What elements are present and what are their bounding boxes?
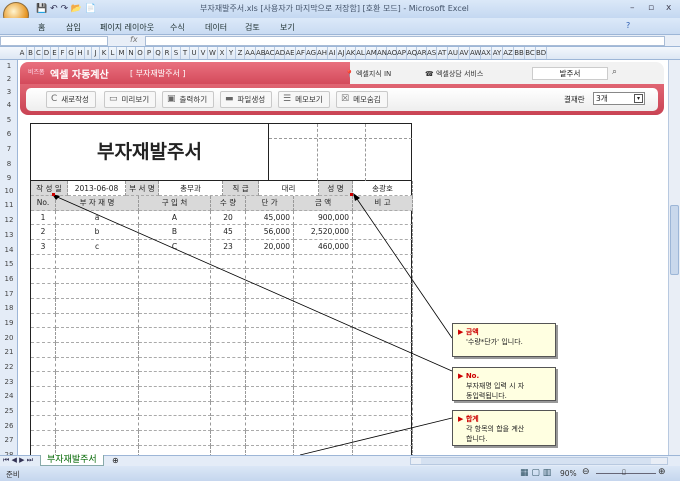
zoom-out-icon[interactable]: ⊖ xyxy=(582,467,590,477)
comment-no: ▶ No. 부자재명 입력 시 자동입력됩니다. xyxy=(452,367,556,401)
sheet-nav-buttons[interactable]: ⏮ ◀ ▶ ⏭ xyxy=(3,456,33,465)
sheet-tab-active[interactable]: 부자재발주서 xyxy=(40,455,104,466)
scroll-thumb[interactable] xyxy=(670,205,679,275)
horizontal-scrollbar[interactable] xyxy=(410,457,668,465)
scroll-thumb[interactable] xyxy=(421,458,651,464)
comment-text: 각 항목의 합을 계산합니다. xyxy=(466,425,525,443)
comment-title: ▶ 금액 xyxy=(458,328,479,336)
zoom-in-icon[interactable]: ⊕ xyxy=(658,467,666,477)
comment-title-text: 합계 xyxy=(465,415,479,423)
arrow-total xyxy=(299,417,453,456)
status-bar: 준비 ▦ ▢ ▥ 90% ⊖ ▯ ⊕ xyxy=(0,466,680,481)
insert-sheet-icon[interactable]: ⊕ xyxy=(112,456,119,465)
comment-total: ▶ 합계각 항목의 합을 계산합니다. xyxy=(452,410,556,446)
comment-title-text: 금액 xyxy=(465,328,479,336)
comment-arrows xyxy=(52,193,453,456)
comment-text: 부자재명 입력 시 자동입력됩니다. xyxy=(466,382,525,400)
arrow-head-icon xyxy=(353,193,360,201)
zoom-slider[interactable] xyxy=(596,473,656,474)
comment-text: '수량*단가' 입니다. xyxy=(466,338,523,346)
view-buttons[interactable]: ▦ ▢ ▥ xyxy=(520,468,551,478)
zoom-level[interactable]: 90% xyxy=(560,469,577,478)
comment-title: ▶ 합계 xyxy=(458,415,479,423)
vertical-scrollbar[interactable] xyxy=(668,60,680,455)
zoom-slider-thumb[interactable]: ▯ xyxy=(622,468,626,476)
comment-title-text: No. xyxy=(465,372,480,380)
status-ready: 준비 xyxy=(6,470,20,479)
arrow-amount xyxy=(354,195,453,339)
arrow-no xyxy=(54,195,453,372)
comment-amount: ▶ 금액 '수량*단가' 입니다. xyxy=(452,323,556,357)
sheet-tabs-bar: ⏮ ◀ ▶ ⏭ 부자재발주서 ⊕ xyxy=(0,455,680,466)
comment-title: ▶ No. xyxy=(458,372,480,380)
